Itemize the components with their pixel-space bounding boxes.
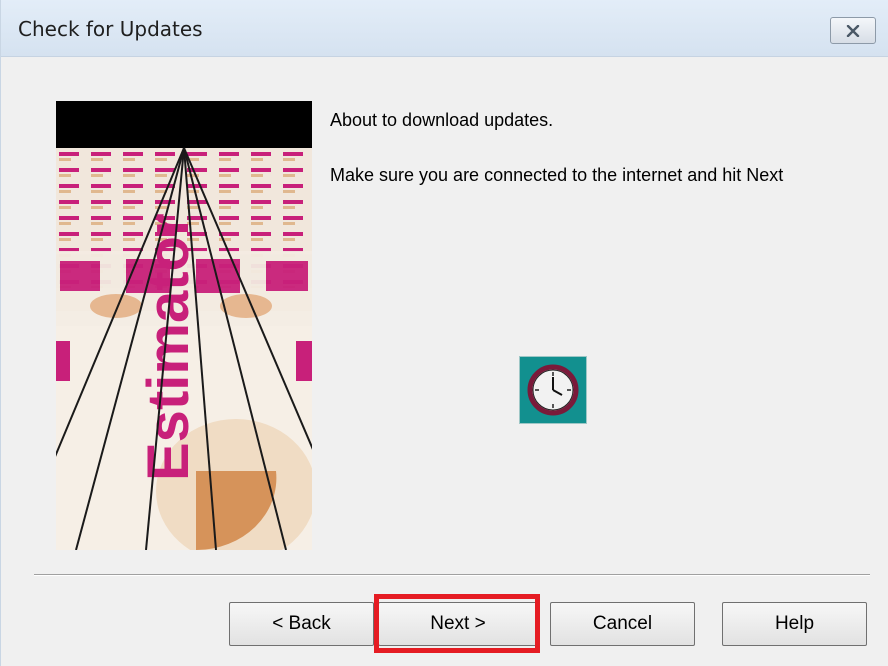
separator-line: [34, 574, 870, 576]
close-button[interactable]: [830, 17, 876, 44]
help-button[interactable]: Help: [722, 602, 867, 646]
window-title: Check for Updates: [18, 17, 203, 41]
download-message: About to download updates.: [330, 110, 554, 130]
clock-icon: [519, 356, 587, 424]
cancel-button[interactable]: Cancel: [550, 602, 695, 646]
close-x-icon: [846, 24, 860, 37]
next-button[interactable]: Next >: [378, 602, 538, 646]
connection-instruction: Make sure you are connected to the inter…: [330, 165, 784, 185]
check-for-updates-dialog: Check for Updates Estimator About to dow…: [0, 0, 888, 666]
back-button[interactable]: < Back: [229, 602, 374, 646]
banner-brand-text: Estimator: [136, 213, 201, 481]
title-bar: Check for Updates: [1, 0, 888, 57]
product-boxes-banner: Estimator: [56, 101, 312, 550]
